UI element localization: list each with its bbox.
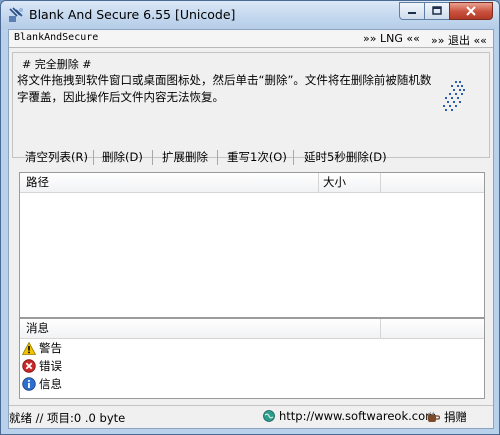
coffee-cup-icon bbox=[428, 411, 440, 422]
column-size[interactable]: 大小 bbox=[323, 173, 346, 192]
maximize-icon bbox=[432, 6, 442, 15]
column-message[interactable]: 消息 bbox=[26, 319, 49, 338]
overwrite-once-button[interactable]: 重写1次(O) bbox=[227, 147, 287, 167]
website-url: http://www.softwareok.com bbox=[279, 409, 437, 423]
message-item-warning[interactable]: 警告 bbox=[22, 339, 62, 357]
caption-buttons bbox=[399, 2, 493, 21]
column-divider[interactable] bbox=[380, 319, 381, 338]
brand-label: BlankAndSecure bbox=[14, 32, 99, 43]
top-bar: BlankAndSecure »» LNG «« »» 退出 «« bbox=[9, 30, 493, 48]
toolbar-separator bbox=[152, 150, 153, 165]
message-list[interactable]: 消息 警告 错误 信息 bbox=[19, 318, 485, 399]
error-icon bbox=[22, 359, 36, 373]
maximize-button[interactable] bbox=[424, 2, 450, 20]
message-item-error[interactable]: 错误 bbox=[22, 357, 62, 375]
file-list-header: 路径 大小 bbox=[20, 173, 484, 193]
status-text: 就绪 // 项目:0 .0 byte bbox=[9, 411, 126, 425]
minimize-button[interactable] bbox=[399, 2, 425, 20]
status-bar: 就绪 // 项目:0 .0 byte http://www.softwareok… bbox=[9, 405, 493, 428]
toolbar-separator bbox=[93, 150, 94, 165]
close-icon bbox=[466, 6, 476, 16]
shred-dots-icon bbox=[443, 81, 465, 111]
app-window: Blank And Secure 6.55 [Unicode] BlankAnd… bbox=[0, 0, 500, 435]
main-panel: BlankAndSecure »» LNG «« »» 退出 «« # 完全删除… bbox=[8, 29, 494, 429]
message-item-info[interactable]: 信息 bbox=[22, 375, 62, 393]
donate-label: 捐赠 bbox=[444, 410, 467, 424]
column-path[interactable]: 路径 bbox=[26, 173, 49, 192]
close-button[interactable] bbox=[449, 2, 493, 20]
action-toolbar: 清空列表(R) 删除(D) 扩展删除 重写1次(O) 延时5秒删除(D) bbox=[9, 147, 493, 169]
message-label: 错误 bbox=[39, 359, 62, 373]
delete-button[interactable]: 删除(D) bbox=[102, 147, 143, 167]
message-list-header: 消息 bbox=[20, 319, 484, 339]
drop-zone[interactable]: # 完全删除 # 将文件拖拽到软件窗口或桌面图标处，然后单击“删除”。文件将在删… bbox=[12, 52, 490, 158]
info-icon bbox=[22, 377, 36, 391]
website-link[interactable]: http://www.softwareok.com bbox=[263, 409, 436, 423]
message-label: 信息 bbox=[39, 377, 62, 391]
column-divider[interactable] bbox=[380, 173, 381, 192]
warning-icon bbox=[22, 341, 36, 355]
title-bar[interactable]: Blank And Secure 6.55 [Unicode] bbox=[1, 1, 499, 29]
donate-link[interactable]: 捐赠 bbox=[427, 409, 467, 425]
globe-icon bbox=[263, 410, 275, 422]
language-link[interactable]: »» LNG «« bbox=[363, 32, 420, 45]
app-icon bbox=[9, 7, 23, 22]
toolbar-separator bbox=[293, 150, 294, 165]
section-title: # 完全删除 # bbox=[22, 58, 92, 71]
extended-delete-button[interactable]: 扩展删除 bbox=[162, 147, 208, 167]
message-label: 警告 bbox=[39, 341, 62, 355]
exit-link[interactable]: »» 退出 «« bbox=[431, 32, 487, 48]
toolbar-separator bbox=[217, 150, 218, 165]
instructions-text: 将文件拖拽到软件窗口或桌面图标处，然后单击“删除”。文件将在删除前被随机数字覆盖… bbox=[17, 73, 432, 104]
column-divider[interactable] bbox=[318, 173, 319, 192]
file-list[interactable]: 路径 大小 bbox=[19, 172, 485, 318]
clear-list-button[interactable]: 清空列表(R) bbox=[25, 147, 88, 167]
window-title: Blank And Secure 6.55 [Unicode] bbox=[29, 7, 236, 22]
minimize-icon bbox=[408, 12, 416, 14]
delayed-delete-button[interactable]: 延时5秒删除(D) bbox=[304, 147, 387, 167]
